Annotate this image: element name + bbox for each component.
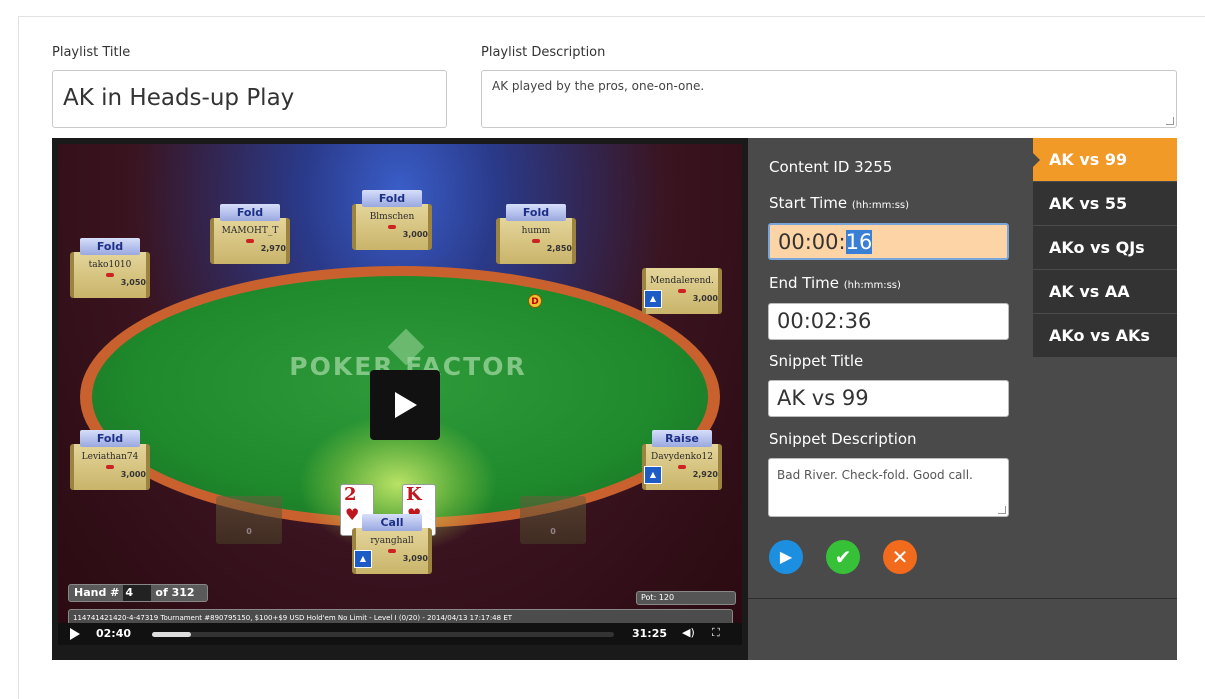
playlist-description-label: Playlist Description — [481, 45, 606, 60]
empty-seat: 0 — [216, 496, 282, 544]
end-time-label: End Time (hh:mm:ss) — [769, 274, 901, 292]
seat-action: Fold — [220, 204, 280, 221]
start-time-input[interactable]: 00:00:16 — [768, 223, 1009, 260]
seat-name: Davydenko12 — [651, 452, 713, 462]
seat-action: Call — [362, 514, 422, 531]
resize-handle-icon[interactable] — [998, 506, 1006, 514]
snippet-editor: Content ID 3255 Start Time (hh:mm:ss) 00… — [748, 138, 1033, 660]
seat-4: Fold humm 2,850 — [496, 204, 576, 264]
video-player[interactable]: POKER FACTOR D Fold tako1010 3,050 Fold … — [52, 138, 748, 660]
snippet-item[interactable]: AK vs AA — [1033, 270, 1177, 314]
player-avatar-icon: ▲ — [644, 466, 662, 484]
snippet-item[interactable]: AKo vs QJs — [1033, 226, 1177, 270]
playlist-title-input[interactable]: AK in Heads-up Play — [52, 70, 447, 128]
poker-table-scene: POKER FACTOR D Fold tako1010 3,050 Fold … — [58, 144, 742, 640]
seat-stack: 3,000 — [692, 294, 718, 303]
seat-stack: 2,970 — [260, 244, 286, 253]
cancel-snippet-button[interactable]: ✕ — [883, 540, 917, 574]
seat-stack: 3,090 — [402, 554, 428, 563]
video-controls: 02:40 31:25 ◀) ⛶ — [58, 623, 742, 645]
seek-bar[interactable] — [152, 632, 614, 637]
seat-6: Fold Leviathan74 3,000 — [70, 430, 150, 490]
snippet-item[interactable]: AKo vs AKs — [1033, 314, 1177, 358]
duration: 31:25 — [632, 627, 668, 640]
snippet-item[interactable]: AK vs 55 — [1033, 182, 1177, 226]
seat-hero: Call ryanghall ▲ 3,090 — [352, 514, 432, 574]
empty-seat: 0 — [520, 496, 586, 544]
snippet-description-label: Snippet Description — [769, 430, 917, 448]
hand-counter: Hand #4 of 312 — [68, 584, 208, 602]
seat-2: Fold MAMOHT_T 2,970 — [210, 204, 290, 264]
volume-icon[interactable]: ◀) — [682, 626, 695, 639]
seat-name: MAMOHT_T — [221, 226, 279, 236]
seat-action: Fold — [80, 238, 140, 255]
seat-stack: 3,000 — [402, 230, 428, 239]
resize-handle-icon[interactable] — [1166, 117, 1174, 125]
preview-play-button[interactable]: ▶ — [769, 540, 803, 574]
seek-progress — [152, 632, 192, 637]
seat-name: humm — [521, 226, 551, 236]
video-play-button[interactable] — [370, 370, 440, 440]
player-avatar-icon: ▲ — [644, 290, 662, 308]
snippet-description-input[interactable]: Bad River. Check-fold. Good call. — [768, 458, 1009, 517]
start-time-label: Start Time (hh:mm:ss) — [769, 194, 910, 212]
seat-name: tako1010 — [88, 260, 132, 270]
current-time: 02:40 — [96, 627, 132, 640]
content-id: Content ID 3255 — [769, 158, 893, 176]
seat-stack: 3,050 — [120, 278, 146, 287]
seat-stack: 2,850 — [546, 244, 572, 253]
seat-1: Fold tako1010 3,050 — [70, 238, 150, 298]
pot-display: Pot: 120 — [636, 591, 736, 605]
player-avatar-icon: ▲ — [354, 550, 372, 568]
seat-action: Fold — [506, 204, 566, 221]
seat-3: Fold Blmschen 3,000 — [352, 190, 432, 250]
end-time-input[interactable]: 00:02:36 — [768, 303, 1009, 340]
seat-5: Mendalerend. ▲ 3,000 — [642, 254, 722, 314]
playlist-description-text: AK played by the pros, one-on-one. — [492, 79, 705, 93]
snippet-title-input[interactable]: AK vs 99 — [768, 380, 1009, 417]
snippet-list: AK vs 99 AK vs 55 AKo vs QJs AK vs AA AK… — [1033, 138, 1177, 660]
playlist-title-label: Playlist Title — [52, 45, 131, 60]
panel-divider — [748, 598, 1177, 599]
seat-action: Fold — [80, 430, 140, 447]
play-icon[interactable] — [70, 628, 80, 640]
playlist-description-input[interactable]: AK played by the pros, one-on-one. — [481, 70, 1177, 128]
seat-name: Blmschen — [369, 212, 415, 222]
seat-7: Raise Davydenko12 ▲ 2,920 — [642, 430, 722, 490]
seat-name: Leviathan74 — [81, 452, 139, 462]
seat-stack: 3,000 — [120, 470, 146, 479]
seat-stack: 2,920 — [692, 470, 718, 479]
dealer-button: D — [528, 294, 542, 308]
seat-action: Raise — [652, 430, 712, 447]
snippet-title-label: Snippet Title — [769, 352, 864, 370]
seat-name: ryanghall — [370, 536, 414, 546]
seat-name: Mendalerend. — [650, 276, 714, 286]
snippet-item[interactable]: AK vs 99 — [1033, 138, 1177, 182]
seat-action: Fold — [362, 190, 422, 207]
save-snippet-button[interactable]: ✔ — [826, 540, 860, 574]
snippet-description-text: Bad River. Check-fold. Good call. — [777, 468, 973, 482]
fullscreen-icon[interactable]: ⛶ — [712, 626, 720, 640]
